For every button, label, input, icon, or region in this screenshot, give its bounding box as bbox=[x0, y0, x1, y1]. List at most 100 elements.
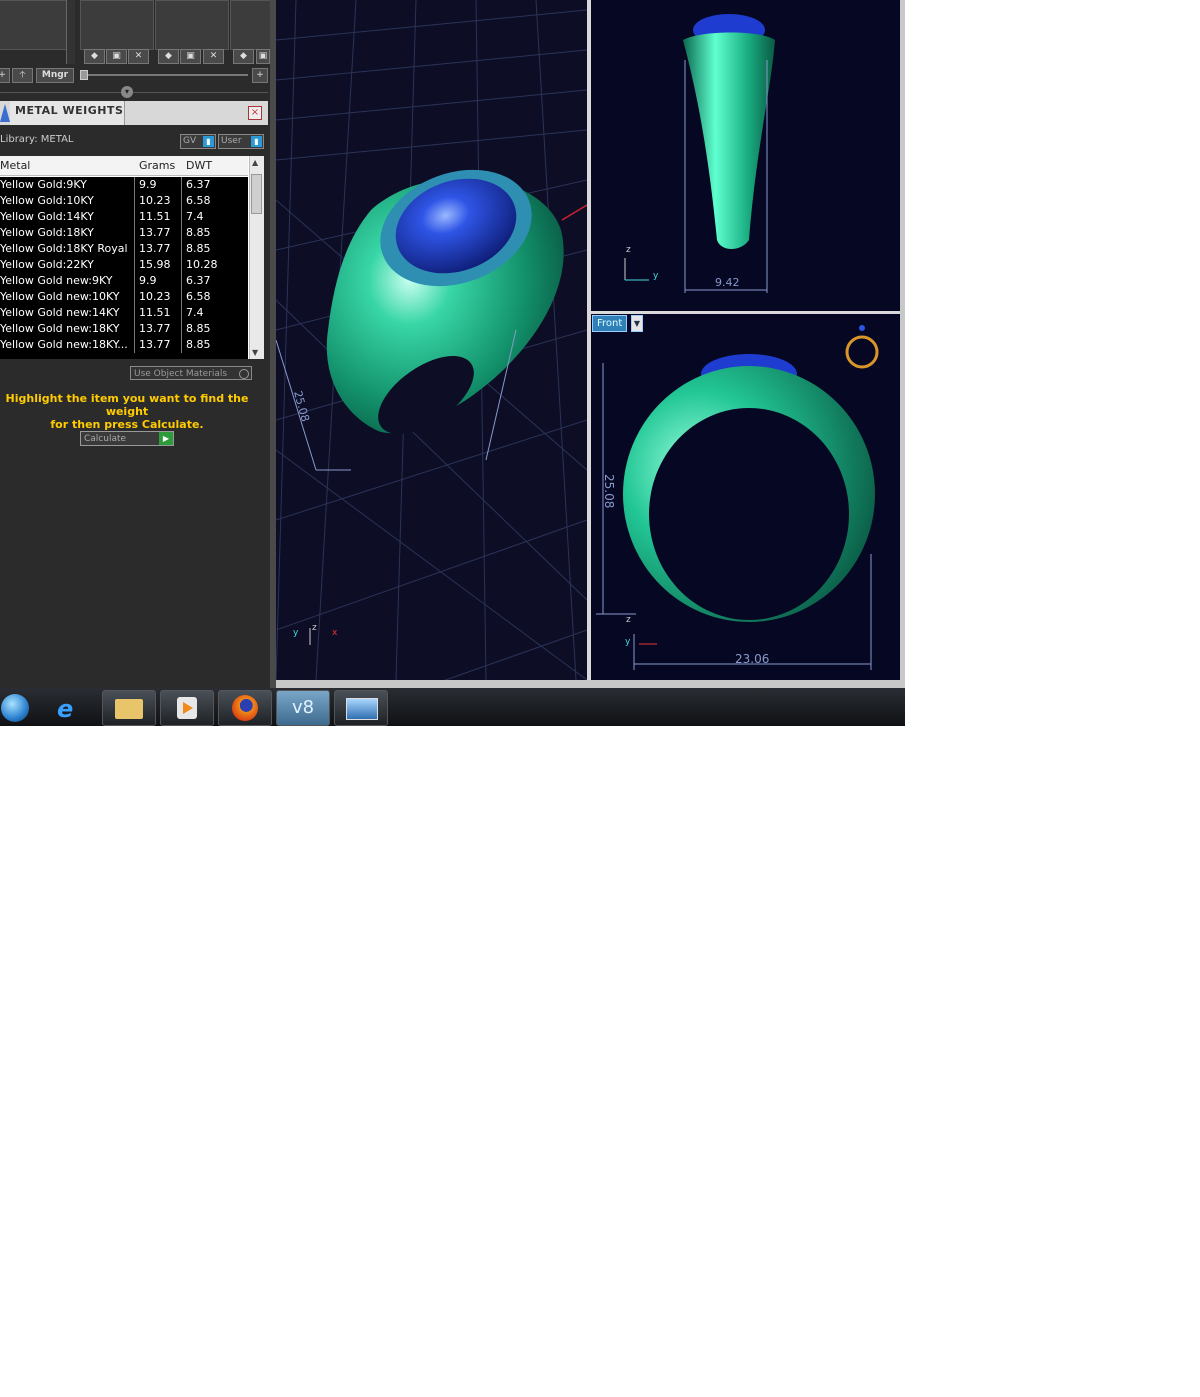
add-icon[interactable]: + bbox=[252, 68, 268, 83]
table-row[interactable]: Yellow Gold:9KY 9.9 6.37 bbox=[0, 177, 248, 193]
scroll-thumb[interactable] bbox=[251, 174, 262, 214]
table-row[interactable]: Yellow Gold new:18KY... 13.77 8.85 bbox=[0, 337, 248, 353]
cell-dwt: 6.37 bbox=[186, 178, 211, 191]
v8-app-icon[interactable]: v8 bbox=[276, 690, 330, 726]
perspective-viewport[interactable]: 25.08 y z x bbox=[276, 0, 587, 680]
dim-width-label: 23.06 bbox=[735, 652, 769, 666]
metal-table[interactable]: Metal Grams DWT Yellow Gold:9KY 9.9 6.37 Ye… bbox=[0, 156, 264, 359]
use-object-materials-button[interactable]: Use Object Materials bbox=[130, 366, 252, 380]
axis-x-label: x bbox=[332, 628, 338, 638]
cell-grams: 9.9 bbox=[139, 178, 157, 191]
left-panel: ◆ ▣ ✕ ◆ ▣ ✕ ◆ ▣ + 🡡 Mngr + ▾ METAL WEIGH… bbox=[0, 0, 272, 688]
cell-grams: 13.77 bbox=[139, 322, 171, 335]
table-row[interactable]: Yellow Gold new:14KY 11.51 7.4 bbox=[0, 305, 248, 321]
app-window: ◆ ▣ ✕ ◆ ▣ ✕ ◆ ▣ + 🡡 Mngr + ▾ METAL WEIGH… bbox=[0, 0, 905, 726]
table-row[interactable]: Yellow Gold:14KY 11.51 7.4 bbox=[0, 209, 248, 225]
window-border bbox=[276, 680, 905, 688]
column-header-metal[interactable]: Metal bbox=[0, 159, 30, 172]
slot-scrollbar[interactable] bbox=[66, 0, 75, 64]
save-icon[interactable]: ▣ bbox=[256, 49, 270, 64]
scroll-down-icon[interactable]: ▼ bbox=[252, 348, 258, 357]
table-row[interactable]: Yellow Gold:18KY 13.77 8.85 bbox=[0, 225, 248, 241]
cell-dwt: 6.37 bbox=[186, 274, 211, 287]
cell-metal: Yellow Gold:10KY bbox=[0, 194, 94, 207]
up-arrow-icon[interactable]: 🡡 bbox=[12, 68, 33, 83]
column-separator bbox=[181, 273, 182, 289]
material-slot[interactable] bbox=[80, 0, 154, 50]
user-toggle[interactable]: User ▮ bbox=[218, 134, 264, 149]
calculate-label: Calculate bbox=[84, 434, 127, 444]
column-separator bbox=[181, 177, 182, 193]
firefox-icon[interactable] bbox=[218, 690, 272, 726]
column-header-dwt[interactable]: DWT bbox=[186, 159, 212, 172]
table-row[interactable]: Yellow Gold new:9KY 9.9 6.37 bbox=[0, 273, 248, 289]
table-row[interactable]: Yellow Gold:18KY Royal 13.77 8.85 bbox=[0, 241, 248, 257]
diamond-icon[interactable]: ◆ bbox=[158, 49, 179, 64]
collapse-icon[interactable]: ▾ bbox=[121, 86, 133, 98]
cell-metal: Yellow Gold new:18KY... bbox=[0, 338, 128, 351]
hint-text: Highlight the item you want to find the … bbox=[0, 392, 254, 431]
table-row[interactable]: Yellow Gold:10KY 10.23 6.58 bbox=[0, 193, 248, 209]
column-header-grams[interactable]: Grams bbox=[139, 159, 175, 172]
diamond-icon[interactable]: ◆ bbox=[84, 49, 105, 64]
use-object-materials-label: Use Object Materials bbox=[134, 369, 228, 379]
picture-viewer-icon[interactable] bbox=[334, 690, 388, 726]
diamond-icon[interactable]: ◆ bbox=[233, 49, 254, 64]
column-separator bbox=[181, 321, 182, 337]
axis-z-label: z bbox=[312, 623, 317, 633]
table-row[interactable]: Yellow Gold:22KY 15.98 10.28 bbox=[0, 257, 248, 273]
cell-dwt: 6.58 bbox=[186, 194, 211, 207]
side-viewport[interactable]: 9.42 z y bbox=[591, 0, 900, 311]
chevron-down-icon[interactable]: ▼ bbox=[631, 315, 643, 332]
slider-handle[interactable] bbox=[80, 70, 88, 80]
save-icon[interactable]: ▣ bbox=[180, 49, 201, 64]
column-separator bbox=[134, 257, 135, 273]
gem-icon bbox=[0, 104, 10, 122]
column-separator bbox=[134, 337, 135, 353]
column-separator bbox=[181, 193, 182, 209]
user-toggle-icon: ▮ bbox=[251, 136, 262, 147]
close-icon[interactable]: × bbox=[248, 106, 262, 120]
media-player-icon[interactable] bbox=[160, 690, 214, 726]
gv-toggle[interactable]: GV ▮ bbox=[180, 134, 216, 149]
metal-weights-header: METAL WEIGHTS × bbox=[0, 101, 268, 125]
side-canvas: 9.42 z y bbox=[624, 14, 775, 293]
material-slot[interactable] bbox=[0, 0, 68, 50]
ring-preview-icon[interactable] bbox=[845, 335, 879, 369]
cell-dwt: 7.4 bbox=[186, 306, 204, 319]
axis-y-label: y bbox=[293, 628, 299, 638]
front-viewport[interactable]: 25.08 23.06 z y Front ▼ bbox=[591, 314, 900, 680]
material-slot[interactable] bbox=[155, 0, 229, 50]
table-scrollbar[interactable]: ▲ ▼ bbox=[249, 156, 264, 359]
cell-dwt: 8.85 bbox=[186, 242, 211, 255]
delete-icon[interactable]: ✕ bbox=[128, 49, 149, 64]
panel-title: METAL WEIGHTS bbox=[15, 104, 124, 117]
hint-line-1: Highlight the item you want to find the … bbox=[5, 392, 249, 418]
scroll-up-icon[interactable]: ▲ bbox=[252, 158, 258, 167]
start-orb-icon[interactable] bbox=[0, 690, 34, 726]
view-label-front[interactable]: Front bbox=[592, 315, 628, 332]
calculate-button[interactable]: Calculate ▶ bbox=[80, 431, 174, 446]
cell-grams: 13.77 bbox=[139, 226, 171, 239]
cell-dwt: 8.85 bbox=[186, 338, 211, 351]
taskbar: e v8 bbox=[0, 688, 905, 726]
column-separator bbox=[181, 209, 182, 225]
cell-grams: 15.98 bbox=[139, 258, 171, 271]
zoom-slider[interactable] bbox=[80, 70, 250, 80]
delete-icon[interactable]: ✕ bbox=[203, 49, 224, 64]
save-icon[interactable]: ▣ bbox=[106, 49, 127, 64]
table-row[interactable]: Yellow Gold new:18KY 13.77 8.85 bbox=[0, 321, 248, 337]
file-explorer-icon[interactable] bbox=[102, 690, 156, 726]
internet-explorer-icon[interactable]: e bbox=[44, 690, 98, 726]
cell-metal: Yellow Gold new:9KY bbox=[0, 274, 113, 287]
column-separator bbox=[181, 289, 182, 305]
cell-metal: Yellow Gold:18KY Royal bbox=[0, 242, 128, 255]
column-separator bbox=[134, 305, 135, 321]
cell-dwt: 8.85 bbox=[186, 322, 211, 335]
column-separator bbox=[134, 289, 135, 305]
manager-button[interactable]: Mngr bbox=[36, 68, 74, 83]
front-canvas: 25.08 23.06 z y bbox=[596, 325, 879, 670]
table-row[interactable]: Yellow Gold new:10KY 10.23 6.58 bbox=[0, 289, 248, 305]
add-icon[interactable]: + bbox=[0, 68, 10, 83]
material-slot[interactable] bbox=[230, 0, 272, 50]
